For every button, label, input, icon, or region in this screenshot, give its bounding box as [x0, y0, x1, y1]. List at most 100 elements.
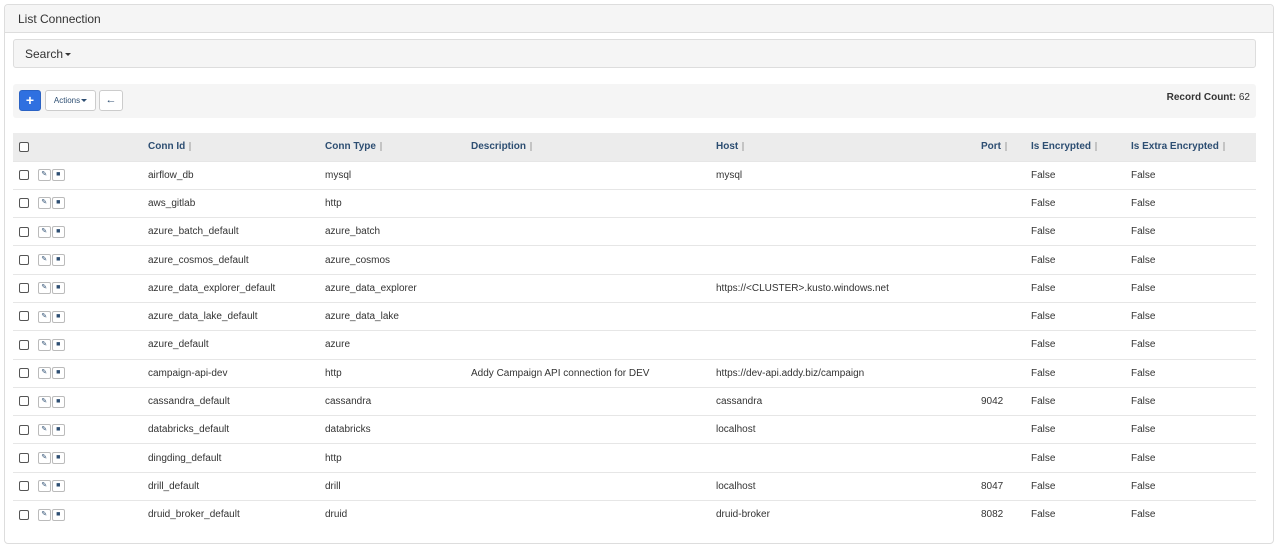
- table-row: ✎ ■ azure_data_lake_default azure_data_lake…: [13, 301, 1256, 331]
- conn-type-cell: azure_data_lake: [325, 301, 471, 331]
- is-extra-encrypted-cell: False: [1131, 301, 1256, 331]
- conn-type-cell: http: [325, 188, 471, 218]
- is-extra-encrypted-cell: False: [1131, 500, 1256, 529]
- trash-icon[interactable]: ■: [51, 338, 65, 351]
- edit-icon[interactable]: ✎: [37, 225, 51, 238]
- host-cell: localhost: [716, 415, 981, 444]
- row-checkbox[interactable]: [19, 311, 29, 322]
- table-body: ✎ ■ airflow_db mysql mysql False False ✎ ■ aws_g…: [13, 160, 1256, 529]
- description-cell: [471, 500, 716, 529]
- sort-icon: [742, 142, 745, 152]
- actions-dropdown-button[interactable]: Actions: [45, 90, 96, 111]
- trash-icon[interactable]: ■: [51, 423, 65, 436]
- row-checkbox[interactable]: [19, 198, 29, 209]
- row-checkbox[interactable]: [19, 509, 29, 520]
- row-checkbox[interactable]: [19, 339, 29, 350]
- port-cell: [981, 443, 1031, 473]
- search-toggle[interactable]: Search: [13, 39, 1256, 68]
- host-cell: mysql: [716, 160, 981, 190]
- is-extra-encrypted-cell: False: [1131, 160, 1256, 190]
- plus-icon: +: [25, 92, 35, 108]
- trash-icon[interactable]: ■: [51, 282, 65, 295]
- is-encrypted-cell: False: [1031, 358, 1131, 388]
- trash-icon[interactable]: ■: [51, 169, 65, 182]
- edit-icon[interactable]: ✎: [37, 254, 51, 267]
- is-encrypted-cell: False: [1031, 188, 1131, 218]
- column-header-description[interactable]: Description: [471, 133, 716, 161]
- row-checkbox[interactable]: [19, 368, 29, 379]
- table-row: ✎ ■ azure_batch_default azure_batch False Fal…: [13, 217, 1256, 246]
- conn-type-cell: azure_data_explorer: [325, 273, 471, 303]
- description-cell: [471, 188, 716, 218]
- record-count-value: 62: [1238, 92, 1250, 103]
- conn-id-cell: aws_gitlab: [148, 188, 325, 218]
- row-checkbox[interactable]: [19, 481, 29, 492]
- conn-type-cell: http: [325, 358, 471, 388]
- is-encrypted-cell: False: [1031, 471, 1131, 501]
- edit-icon[interactable]: ✎: [37, 197, 51, 210]
- table-row: ✎ ■ cassandra_default cassandra cassandra 904…: [13, 386, 1256, 416]
- column-header-port[interactable]: Port: [981, 133, 1031, 161]
- trash-icon[interactable]: ■: [51, 452, 65, 465]
- select-all-checkbox[interactable]: [19, 141, 29, 152]
- back-button[interactable]: ←: [99, 90, 123, 111]
- is-encrypted-cell: False: [1031, 160, 1131, 190]
- trash-icon[interactable]: ■: [51, 480, 65, 493]
- trash-icon[interactable]: ■: [51, 310, 65, 323]
- description-cell: [471, 301, 716, 331]
- host-cell: [716, 217, 981, 246]
- edit-icon[interactable]: ✎: [37, 508, 51, 521]
- arrow-left-icon: ←: [105, 94, 117, 106]
- row-checkbox[interactable]: [19, 396, 29, 407]
- table-header-row: Conn Id Conn Type Description Host Port …: [13, 133, 1256, 161]
- description-cell: [471, 273, 716, 303]
- trash-icon[interactable]: ■: [51, 254, 65, 267]
- description-cell: [471, 217, 716, 246]
- row-checkbox[interactable]: [19, 226, 29, 237]
- edit-icon[interactable]: ✎: [37, 338, 51, 351]
- add-button[interactable]: +: [19, 90, 41, 111]
- edit-icon[interactable]: ✎: [37, 452, 51, 465]
- table-row: ✎ ■ airflow_db mysql mysql False False: [13, 160, 1256, 190]
- host-cell: [716, 330, 981, 360]
- row-checkbox[interactable]: [19, 424, 29, 435]
- row-checkbox[interactable]: [19, 170, 29, 180]
- actions-label: Actions: [53, 96, 81, 105]
- column-header-is-extra-encrypted[interactable]: Is Extra Encrypted: [1131, 133, 1256, 161]
- edit-icon[interactable]: ✎: [37, 367, 51, 380]
- conn-type-cell: azure_batch: [325, 217, 471, 246]
- conn-type-cell: mysql: [325, 160, 471, 190]
- column-header-is-encrypted[interactable]: Is Encrypted: [1031, 133, 1131, 161]
- trash-icon[interactable]: ■: [51, 225, 65, 238]
- edit-icon[interactable]: ✎: [37, 423, 51, 436]
- trash-icon[interactable]: ■: [51, 197, 65, 210]
- trash-icon[interactable]: ■: [51, 508, 65, 521]
- description-cell: [471, 245, 716, 275]
- edit-icon[interactable]: ✎: [37, 310, 51, 323]
- row-checkbox[interactable]: [19, 254, 29, 265]
- row-checkbox[interactable]: [19, 452, 29, 463]
- edit-icon[interactable]: ✎: [37, 395, 51, 408]
- is-encrypted-cell: False: [1031, 415, 1131, 444]
- trash-icon[interactable]: ■: [51, 395, 65, 408]
- is-encrypted-cell: False: [1031, 217, 1131, 246]
- host-cell: [716, 301, 981, 331]
- table-row: ✎ ■ databricks_default databricks localhost F…: [13, 415, 1256, 444]
- table-row: ✎ ■ druid_broker_default druid druid-broker 8…: [13, 500, 1256, 529]
- edit-icon[interactable]: ✎: [37, 169, 51, 182]
- row-checkbox[interactable]: [19, 283, 29, 294]
- edit-icon[interactable]: ✎: [37, 480, 51, 493]
- port-cell: [981, 160, 1031, 190]
- description-cell: Addy Campaign API connection for DEV: [471, 358, 716, 388]
- column-header-conn-id[interactable]: Conn Id: [148, 133, 325, 161]
- port-cell: [981, 273, 1031, 303]
- host-cell: https://<CLUSTER>.kusto.windows.net: [716, 273, 981, 303]
- is-extra-encrypted-cell: False: [1131, 386, 1256, 416]
- column-header-conn-type[interactable]: Conn Type: [325, 133, 471, 161]
- is-extra-encrypted-cell: False: [1131, 443, 1256, 473]
- connections-table: Conn Id Conn Type Description Host Port …: [13, 133, 1256, 529]
- trash-icon[interactable]: ■: [51, 367, 65, 380]
- edit-icon[interactable]: ✎: [37, 282, 51, 295]
- table-row: ✎ ■ azure_data_explorer_default azure_data_…: [13, 273, 1256, 303]
- column-header-host[interactable]: Host: [716, 133, 981, 161]
